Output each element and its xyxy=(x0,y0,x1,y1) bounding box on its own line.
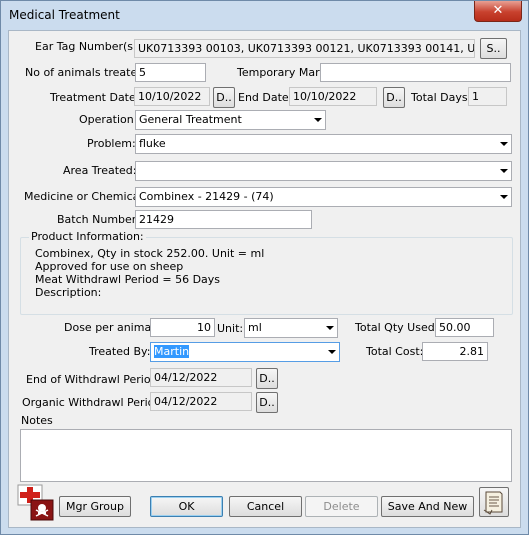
total-days-field: 1 xyxy=(468,87,507,106)
chevron-down-icon xyxy=(500,169,508,173)
chevron-down-icon xyxy=(500,195,508,199)
medical-kit-icon xyxy=(17,484,54,521)
chevron-down-icon xyxy=(500,142,508,146)
total-cost-field[interactable]: 2.81 xyxy=(422,342,488,361)
product-info-line: Meat Withdrawl Period = 56 Days xyxy=(35,273,221,286)
medicine-label: Medicine or Chemical: xyxy=(24,190,147,203)
temporary-mark-label: Temporary Mark: xyxy=(237,66,330,79)
batch-number-label: Batch Number: xyxy=(57,213,140,226)
organic-withdrawl-label: Organic Withdrawl Period: xyxy=(22,396,166,409)
organic-withdrawl-picker-button[interactable]: D.. xyxy=(256,392,278,413)
notes-label: Notes xyxy=(21,414,53,427)
end-withdrawl-label: End of Withdrawl Period: xyxy=(26,373,162,386)
unit-value: ml xyxy=(248,321,262,334)
product-info-line: Approved for use on sheep xyxy=(35,260,184,273)
report-icon xyxy=(483,491,503,515)
ok-button[interactable]: OK xyxy=(150,496,223,517)
dose-label: Dose per animal: xyxy=(64,321,158,334)
unit-dropdown[interactable]: ml xyxy=(244,318,338,338)
medical-kit-icon[interactable] xyxy=(17,484,57,522)
chevron-down-icon xyxy=(314,118,322,122)
product-info-label: Product Information: xyxy=(29,230,146,243)
treated-by-value: Martin xyxy=(154,345,190,358)
area-treated-dropdown[interactable] xyxy=(135,161,512,181)
batch-number-field[interactable]: 21429 xyxy=(135,210,312,229)
problem-value: fluke xyxy=(139,137,166,150)
delete-button: Delete xyxy=(305,496,378,517)
product-info-line: Description: xyxy=(35,286,102,299)
total-days-label: Total Days: xyxy=(411,91,472,104)
problem-label: Problem: xyxy=(87,137,136,150)
end-withdrawl-picker-button[interactable]: D.. xyxy=(256,368,278,389)
total-qty-field[interactable]: 50.00 xyxy=(435,318,494,337)
medicine-value: Combinex - 21429 - (74) xyxy=(139,190,274,203)
end-date-field[interactable]: 10/10/2022 xyxy=(289,87,377,106)
close-button[interactable]: ✕ xyxy=(474,1,522,22)
report-button[interactable] xyxy=(479,487,509,517)
form-area: Ear Tag Number(s): UK0713393 00103, UK07… xyxy=(8,30,521,528)
mgr-group-button[interactable]: Mgr Group xyxy=(59,496,131,517)
title-bar: Medical Treatment ✕ xyxy=(1,1,528,29)
unit-label: Unit: xyxy=(217,322,244,335)
area-treated-label: Area Treated: xyxy=(63,164,137,177)
chevron-down-icon xyxy=(328,350,336,354)
dose-field[interactable]: 10 xyxy=(150,318,215,337)
window-title: Medical Treatment xyxy=(9,8,120,22)
organic-withdrawl-field: 04/12/2022 xyxy=(150,392,252,411)
treatment-date-picker-button[interactable]: D.. xyxy=(213,87,235,108)
ear-tag-label: Ear Tag Number(s): xyxy=(35,40,142,53)
save-and-new-button[interactable]: Save And New xyxy=(381,496,474,517)
animals-treated-label: No of animals treated: xyxy=(25,66,148,79)
treatment-date-label: Treatment Date: xyxy=(50,91,140,104)
total-cost-label: Total Cost: xyxy=(366,345,424,358)
select-tags-button[interactable]: S.. xyxy=(480,38,507,59)
temporary-mark-field[interactable] xyxy=(320,63,511,82)
dialog-window: Medical Treatment ✕ Ear Tag Number(s): U… xyxy=(0,0,529,535)
operation-value: General Treatment xyxy=(139,113,242,126)
product-info-line: Combinex, Qty in stock 252.00. Unit = ml xyxy=(35,247,265,260)
operation-label: Operation: xyxy=(79,113,138,126)
end-date-label: End Date: xyxy=(238,91,293,104)
notes-textarea[interactable] xyxy=(20,429,512,482)
end-withdrawl-field: 04/12/2022 xyxy=(150,368,252,387)
animals-treated-field[interactable]: 5 xyxy=(135,63,206,82)
treated-by-dropdown[interactable]: Martin xyxy=(150,342,340,362)
operation-dropdown[interactable]: General Treatment xyxy=(135,110,326,130)
end-date-picker-button[interactable]: D.. xyxy=(383,87,405,108)
medicine-dropdown[interactable]: Combinex - 21429 - (74) xyxy=(135,187,512,207)
close-icon: ✕ xyxy=(492,3,504,18)
ear-tag-field[interactable]: UK0713393 00103, UK0713393 00121, UK0713… xyxy=(134,39,475,58)
treatment-date-field[interactable]: 10/10/2022 xyxy=(134,87,210,106)
treated-by-label: Treated By: xyxy=(89,345,151,358)
cancel-button[interactable]: Cancel xyxy=(229,496,302,517)
chevron-down-icon xyxy=(326,326,334,330)
problem-dropdown[interactable]: fluke xyxy=(135,134,512,154)
total-qty-label: Total Qty Used: xyxy=(355,321,439,334)
